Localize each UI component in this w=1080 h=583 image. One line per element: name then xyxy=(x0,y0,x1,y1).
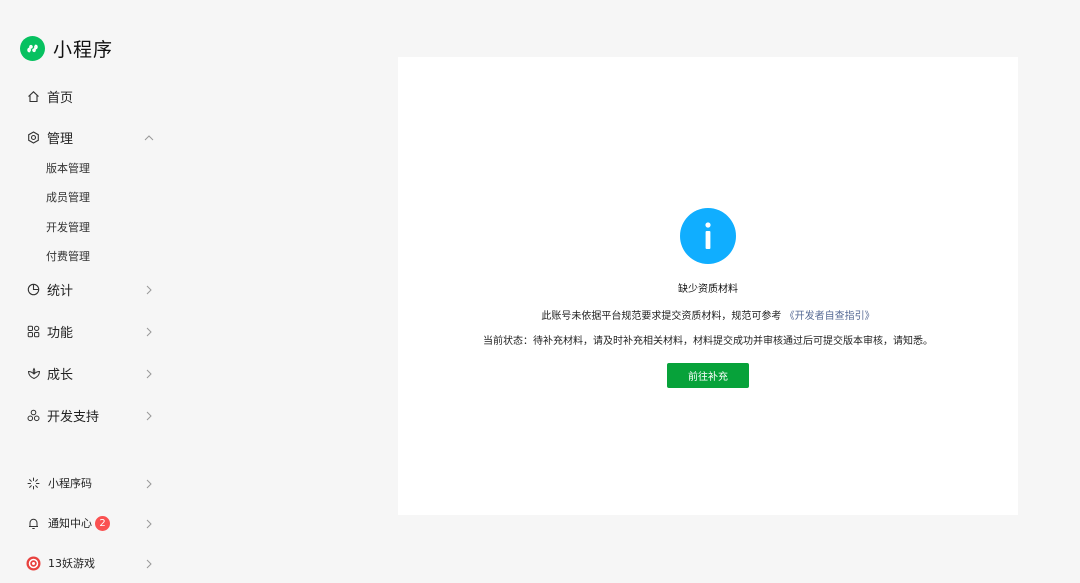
settings-icon xyxy=(26,130,41,145)
home-icon xyxy=(26,89,41,104)
chevron-right-icon xyxy=(143,282,155,296)
chevron-right-icon xyxy=(143,556,155,570)
growth-icon xyxy=(26,366,41,381)
notice-description: 此账号未依据平台规范要求提交资质材料，规范可参考 《开发者自查指引》 xyxy=(398,307,1018,322)
sidebar-item-account[interactable]: 13妖游戏 xyxy=(26,552,156,574)
sidebar-item-notifications[interactable]: 通知中心 2 xyxy=(26,512,156,534)
sidebar-item-label: 成长 xyxy=(47,367,74,383)
sidebar-subitem-version[interactable]: 版本管理 xyxy=(46,161,90,177)
sidebar: 小程序 首页 管理 版本管理 成员管理 开发管理 付费管理 统计 功能 成长 开… xyxy=(0,0,175,583)
sidebar-subitem-members[interactable]: 成员管理 xyxy=(46,190,90,206)
brand[interactable]: 小程序 xyxy=(20,34,113,62)
chevron-up-icon xyxy=(143,130,155,144)
sidebar-item-qrcode[interactable]: 小程序码 xyxy=(26,472,156,494)
chevron-right-icon xyxy=(143,408,155,422)
developer-guide-link[interactable]: 《开发者自查指引》 xyxy=(785,311,875,322)
chevron-right-icon xyxy=(143,324,155,338)
sidebar-item-dev-support[interactable]: 开发支持 xyxy=(26,404,156,426)
sidebar-item-features[interactable]: 功能 xyxy=(26,320,156,342)
info-icon xyxy=(680,208,736,264)
notice-card: 缺少资质材料 此账号未依据平台规范要求提交资质材料，规范可参考 《开发者自查指引… xyxy=(398,57,1018,515)
sidebar-item-label: 管理 xyxy=(47,131,74,147)
sidebar-item-stats[interactable]: 统计 xyxy=(26,278,156,300)
bell-icon xyxy=(26,516,41,531)
notification-badge: 2 xyxy=(95,515,110,531)
notice-status: 当前状态：待补充材料，请及时补充相关材料，材料提交成功并审核通过后可提交版本审核… xyxy=(483,336,933,347)
go-supplement-button[interactable]: 前往补充 xyxy=(667,363,749,388)
mini-program-logo-icon xyxy=(20,35,45,61)
sidebar-item-label: 小程序码 xyxy=(48,477,92,490)
chevron-right-icon xyxy=(143,476,155,490)
sidebar-item-label: 首页 xyxy=(47,90,74,106)
brand-title: 小程序 xyxy=(53,38,114,61)
account-avatar-icon xyxy=(26,556,41,571)
support-icon xyxy=(26,408,41,423)
sidebar-item-label: 统计 xyxy=(47,283,74,299)
notice-description-text: 此账号未依据平台规范要求提交资质材料，规范可参考 xyxy=(541,311,782,322)
qrcode-icon xyxy=(26,476,41,491)
sidebar-item-label: 13妖游戏 xyxy=(48,557,95,570)
sidebar-item-label: 功能 xyxy=(47,325,74,341)
sidebar-item-manage[interactable]: 管理 xyxy=(26,126,156,148)
chevron-right-icon xyxy=(143,366,155,380)
sidebar-item-label: 开发支持 xyxy=(47,409,100,425)
sidebar-item-growth[interactable]: 成长 xyxy=(26,362,156,384)
sidebar-subitem-development[interactable]: 开发管理 xyxy=(46,220,90,236)
pie-chart-icon xyxy=(26,282,41,297)
grid-icon xyxy=(26,324,41,339)
sidebar-item-label: 通知中心 xyxy=(48,517,92,530)
chevron-right-icon xyxy=(143,516,155,530)
sidebar-subitem-payment[interactable]: 付费管理 xyxy=(46,249,90,265)
app-root: 小程序 首页 管理 版本管理 成员管理 开发管理 付费管理 统计 功能 成长 开… xyxy=(0,0,1080,583)
notice-title: 缺少资质材料 xyxy=(678,284,738,295)
sidebar-item-home[interactable]: 首页 xyxy=(26,85,156,107)
